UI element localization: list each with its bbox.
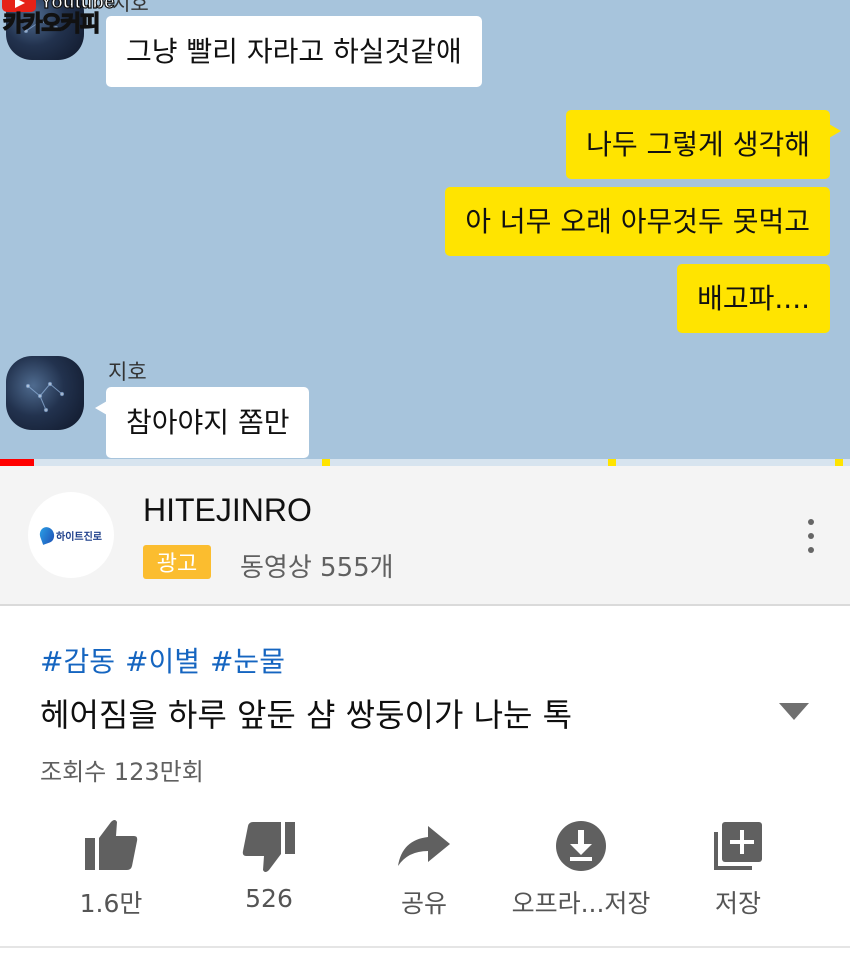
channel-name[interactable]: HITEJINRO bbox=[143, 492, 312, 529]
hashtag-link[interactable]: #이별 bbox=[125, 645, 200, 678]
chat-bubble-sent: 아 너무 오래 아무것두 못먹고 bbox=[445, 187, 830, 256]
watermark-channel: 카카오커피 bbox=[2, 11, 101, 37]
chat-bubble-received: 참아야지 쫌만 bbox=[94, 387, 310, 458]
divider bbox=[0, 946, 850, 948]
expand-description-icon[interactable] bbox=[779, 703, 809, 721]
hitejinro-logo-icon bbox=[37, 525, 57, 545]
like-count: 1.6만 bbox=[79, 889, 143, 918]
view-count: 조회수 123만회 bbox=[40, 758, 204, 786]
sender-name-partial: 지호 bbox=[112, 0, 149, 15]
message-text: 그냥 빨리 자라고 하실것같애 bbox=[126, 34, 462, 68]
message-text: 배고파.... bbox=[697, 281, 810, 315]
dislike-button[interactable]: 526 bbox=[184, 810, 354, 930]
more-vert-icon[interactable] bbox=[798, 516, 824, 556]
action-bar: 1.6만 526 공유 오프라...저장 저장 bbox=[0, 810, 850, 930]
message-text: 아 너무 오래 아무것두 못먹고 bbox=[465, 204, 810, 238]
channel-avatar[interactable]: 하이트진로 bbox=[28, 492, 114, 578]
ad-marker bbox=[835, 459, 843, 466]
video-player[interactable]: Youtube 카카오커피 지호 그냥 빨리 자라고 하실것같애 나두 그렇게 … bbox=[0, 0, 850, 466]
sender-name: 지호 bbox=[108, 360, 147, 384]
offline-save-button[interactable]: 오프라...저장 bbox=[496, 810, 666, 930]
chat-bubble-received: 그냥 빨리 자라고 하실것같애 bbox=[106, 16, 482, 87]
ad-badge: 광고 bbox=[143, 545, 211, 579]
hashtag-link[interactable]: #감동 bbox=[40, 645, 115, 678]
video-title[interactable]: 헤어짐을 하루 앞둔 샴 쌍둥이가 나눈 톡 bbox=[40, 690, 572, 736]
thumbs-down-icon bbox=[239, 816, 299, 876]
channel-avatar-text: 하이트진로 bbox=[56, 531, 102, 543]
thumbs-up-icon bbox=[81, 816, 141, 876]
progress-played bbox=[0, 459, 34, 466]
channel-video-count: 동영상 555개 bbox=[240, 553, 394, 583]
chat-bubble-sent: 나두 그렇게 생각해 bbox=[566, 110, 841, 179]
share-button[interactable]: 공유 bbox=[339, 810, 509, 930]
chat-bubble-sent: 배고파.... bbox=[677, 264, 830, 333]
offline-save-label: 오프라...저장 bbox=[511, 889, 651, 918]
share-icon bbox=[394, 816, 454, 876]
save-to-playlist-button[interactable]: 저장 bbox=[653, 810, 823, 930]
video-progress-bar[interactable] bbox=[0, 459, 850, 466]
share-label: 공유 bbox=[400, 889, 447, 918]
kebab-dot bbox=[808, 547, 814, 553]
download-icon bbox=[551, 816, 611, 876]
channel-row[interactable]: 하이트진로 HITEJINRO 광고 동영상 555개 bbox=[0, 466, 850, 606]
constellation-icon bbox=[25, 381, 65, 413]
hashtag-link[interactable]: #눈물 bbox=[210, 645, 285, 678]
dislike-count: 526 bbox=[245, 884, 293, 913]
message-text: 나두 그렇게 생각해 bbox=[586, 127, 810, 161]
kebab-dot bbox=[808, 519, 814, 525]
ad-marker bbox=[608, 459, 616, 466]
ad-marker bbox=[322, 459, 330, 466]
hashtags: #감동 #이별 #눈물 bbox=[40, 640, 295, 680]
add-to-playlist-icon bbox=[708, 816, 768, 876]
channel-watermark: Youtube 카카오커피 bbox=[0, 0, 115, 38]
kebab-dot bbox=[808, 533, 814, 539]
save-label: 저장 bbox=[714, 889, 761, 918]
like-button[interactable]: 1.6만 bbox=[26, 810, 196, 930]
sender-avatar bbox=[6, 356, 84, 430]
message-text: 참아야지 쫌만 bbox=[126, 405, 290, 439]
